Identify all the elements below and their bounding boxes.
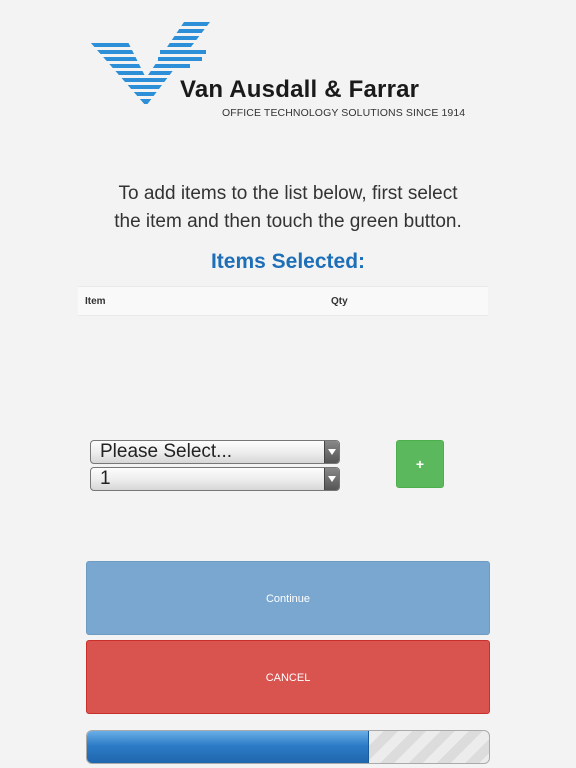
progress-fill xyxy=(87,731,370,763)
item-select-value: Please Select... xyxy=(100,441,233,462)
company-tagline: OFFICE TECHNOLOGY SOLUTIONS SINCE 1914 xyxy=(222,107,466,119)
item-select[interactable]: Please Select... xyxy=(90,440,340,464)
qty-select[interactable]: 1 xyxy=(90,467,340,491)
page: Van Ausdall & Farrar OFFICE TECHNOLOGY S… xyxy=(0,0,576,768)
continue-button[interactable]: Continue xyxy=(86,561,490,635)
add-item-button[interactable]: + xyxy=(396,440,444,488)
column-header-qty: Qty xyxy=(331,296,348,307)
qty-select-value: 1 xyxy=(100,468,111,489)
instructions-line-2: the item and then touch the green button… xyxy=(114,211,462,232)
items-selected-heading: Items Selected: xyxy=(210,250,366,273)
items-table-header: Item Qty xyxy=(78,286,488,316)
instructions-line-1: To add items to the list below, first se… xyxy=(118,183,458,204)
column-header-item: Item xyxy=(85,296,106,307)
cancel-button[interactable]: CANCEL xyxy=(86,640,490,714)
company-logo: Van Ausdall & Farrar OFFICE TECHNOLOGY S… xyxy=(88,20,498,128)
progress-bar xyxy=(86,730,490,764)
instructions: To add items to the list below, first se… xyxy=(60,180,516,236)
company-name: Van Ausdall & Farrar xyxy=(180,76,420,103)
chevron-down-icon xyxy=(324,441,339,463)
chevron-down-icon xyxy=(324,468,339,490)
